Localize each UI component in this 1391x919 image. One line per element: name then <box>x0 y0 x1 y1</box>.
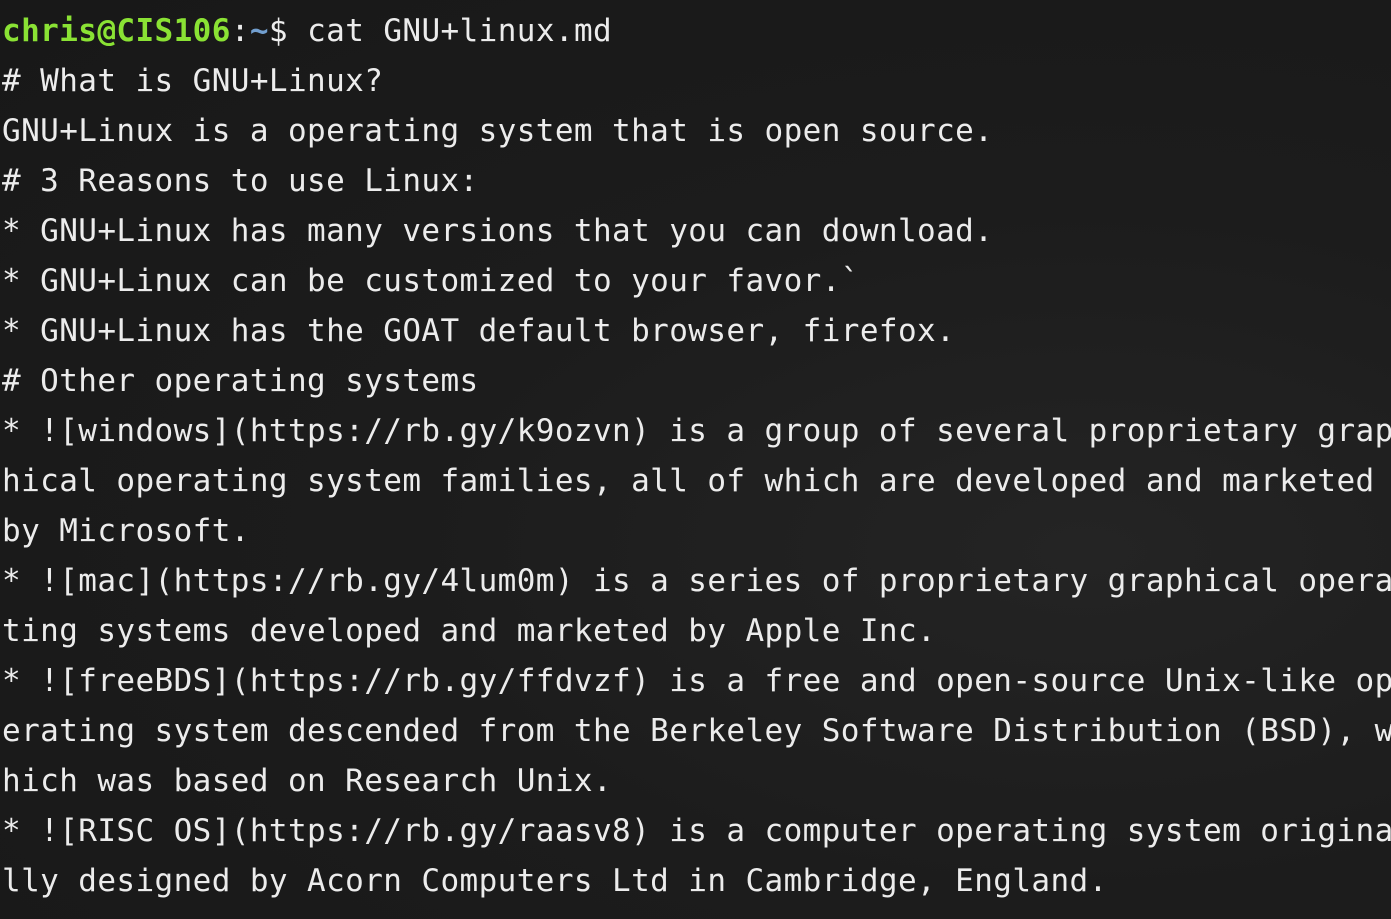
output-line: # Other operating systems <box>2 363 479 399</box>
output-line: hich was based on Research Unix. <box>2 763 613 799</box>
prompt-separator: : <box>230 13 250 49</box>
output-line: # 3 Reasons to use Linux: <box>2 163 479 199</box>
output-line: * ![windows](https://rb.gy/k9ozvn) is a … <box>2 413 1391 449</box>
output-line: hical operating system families, all of … <box>2 463 1375 499</box>
output-line: erating system descended from the Berkel… <box>2 713 1391 749</box>
prompt-line: chris@CIS106:~$ cat GNU+linux.md <box>0 6 1391 56</box>
output-line: * ![mac](https://rb.gy/4lum0m) is a seri… <box>2 563 1391 599</box>
prompt-path: ~ <box>249 13 269 49</box>
output-line: lly designed by Acorn Computers Ltd in C… <box>2 863 1108 899</box>
command-text: cat GNU+linux.md <box>307 13 613 49</box>
output-line: * GNU+Linux has many versions that you c… <box>2 213 994 249</box>
output-line: # What is GNU+Linux? <box>2 63 384 99</box>
output-line: by Microsoft. <box>2 513 250 549</box>
output-line: * GNU+Linux can be customized to your fa… <box>2 263 860 299</box>
prompt-symbol: $ <box>268 13 308 49</box>
output-line: * ![freeBDS](https://rb.gy/ffdvzf) is a … <box>2 663 1391 699</box>
output-line: * ![RISC OS](https://rb.gy/raasv8) is a … <box>2 813 1391 849</box>
terminal-window[interactable]: chris@CIS106:~$ cat GNU+linux.md # What … <box>0 0 1391 919</box>
output-line: * GNU+Linux has the GOAT default browser… <box>2 313 956 349</box>
prompt-user-host: chris@CIS106 <box>2 13 231 49</box>
output-line: GNU+Linux is a operating system that is … <box>2 113 994 149</box>
output-line: ting systems developed and marketed by A… <box>2 613 937 649</box>
